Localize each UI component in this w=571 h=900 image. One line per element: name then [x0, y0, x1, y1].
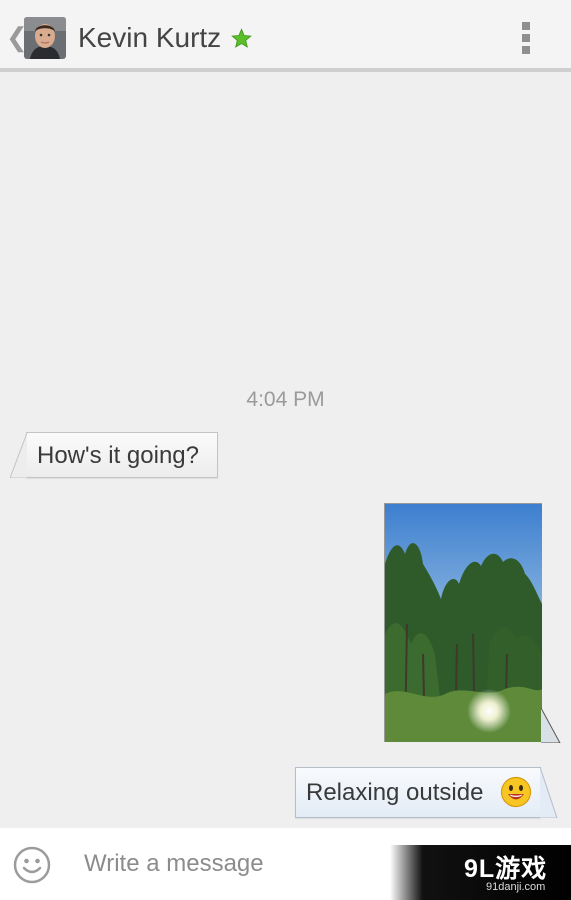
star-icon[interactable]	[231, 28, 252, 49]
bubble-tail	[10, 433, 28, 478]
outgoing-message-bubble[interactable]: Relaxing outside	[295, 767, 558, 818]
incoming-message-bubble[interactable]: How's it going?	[10, 432, 218, 478]
message-text: Relaxing outside	[306, 779, 484, 806]
message-input[interactable]	[84, 844, 384, 884]
message-composer: 9L游戏 91danji.com	[0, 828, 571, 900]
contact-avatar[interactable]	[24, 17, 66, 59]
watermark-url: 91danji.com	[486, 881, 546, 893]
conversation-header: ❮ Kevin Kurtz	[0, 0, 571, 72]
photo-trees-sun	[385, 504, 542, 742]
watermark-brand: 9L游戏	[464, 855, 548, 883]
smiley-emoji-icon	[500, 776, 532, 808]
message-text: How's it going?	[37, 442, 199, 469]
overflow-menu-icon[interactable]	[514, 20, 538, 56]
smiley-icon[interactable]	[13, 846, 51, 884]
contact-name[interactable]: Kevin Kurtz	[78, 22, 221, 54]
outgoing-image-message[interactable]	[384, 503, 561, 743]
bubble-tail	[540, 767, 558, 818]
watermark: 9L游戏 91danji.com	[390, 845, 571, 900]
bubble-tail	[541, 708, 561, 743]
message-timestamp: 4:04 PM	[246, 388, 325, 411]
